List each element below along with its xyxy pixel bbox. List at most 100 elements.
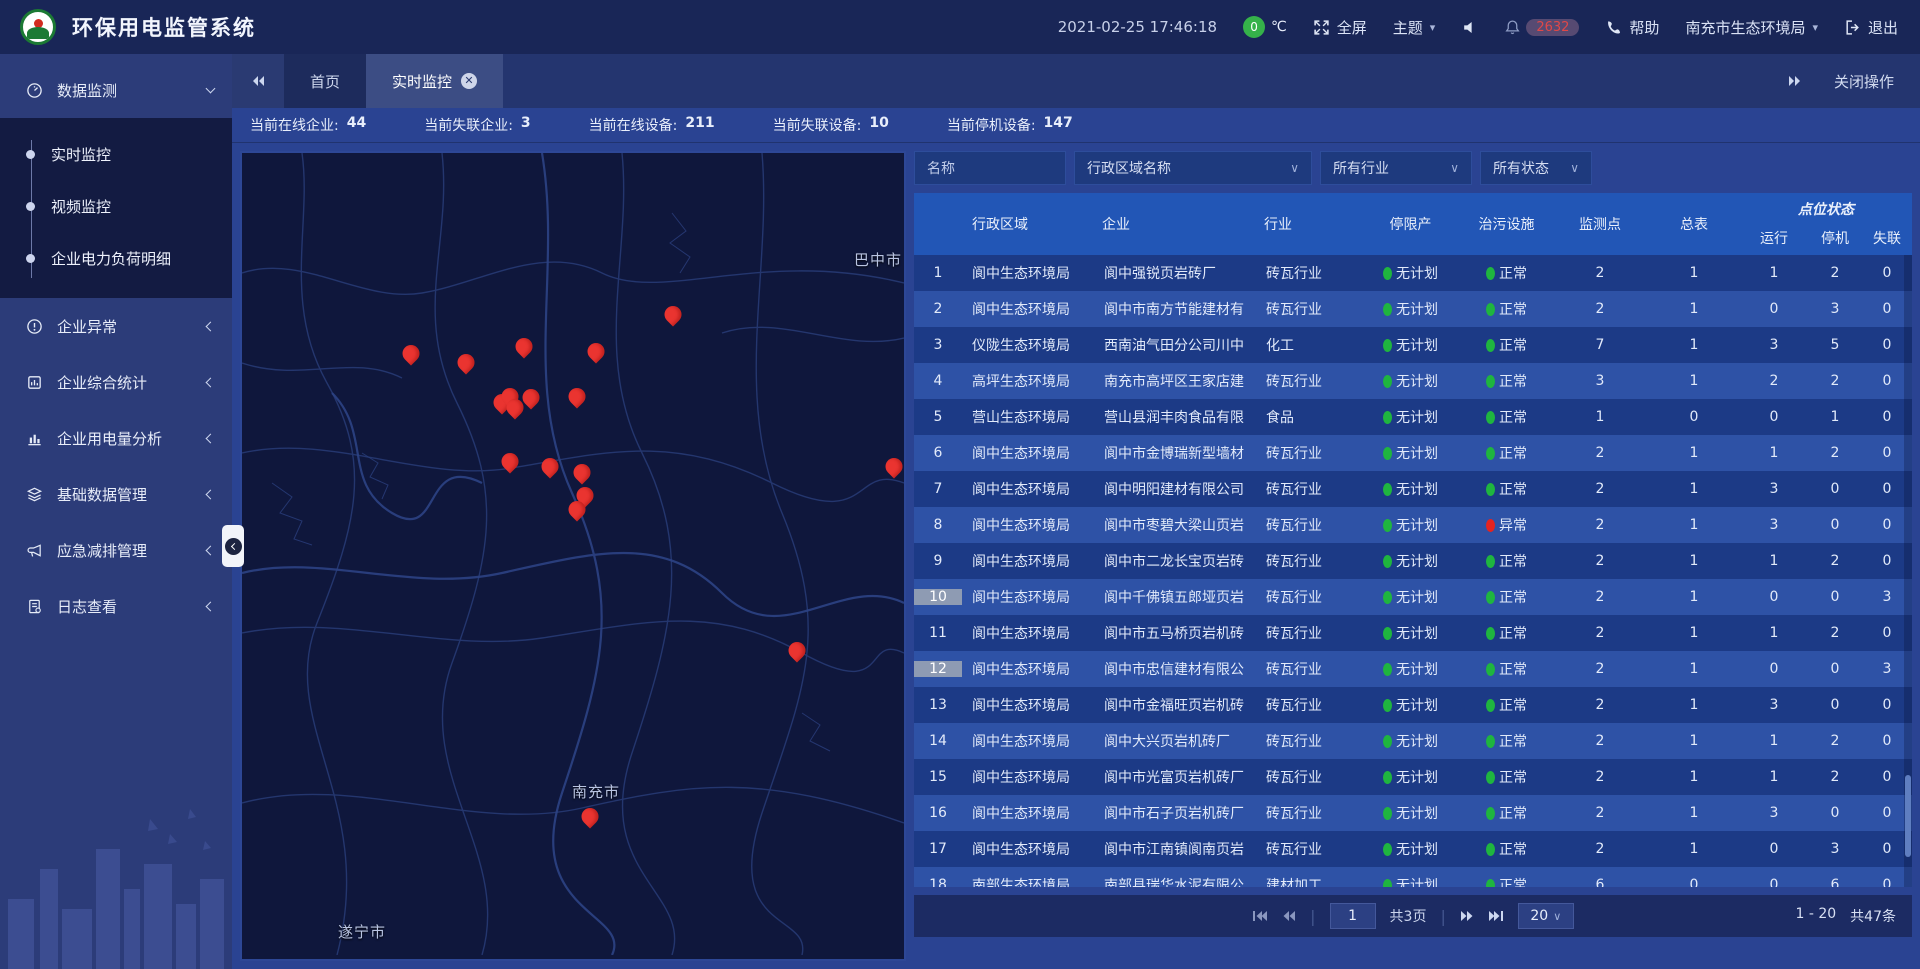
table-row[interactable]: 15阆中生态环境局阆中市光富页岩机砖厂砖瓦行业无计划正常21120 (914, 759, 1912, 795)
sidebar-item-base-data-management[interactable]: 基础数据管理 (0, 466, 232, 522)
tab-home[interactable]: 首页 (284, 54, 366, 108)
table-row[interactable]: 14阆中生态环境局阆中大兴页岩机砖厂砖瓦行业无计划正常21120 (914, 723, 1912, 759)
sidebar-item-enterprise-statistics[interactable]: 企业综合统计 (0, 354, 232, 410)
name-filter-input[interactable] (914, 151, 1066, 185)
cell-industry: 砖瓦行业 (1254, 767, 1362, 787)
sidebar-item-power-load-detail[interactable]: 企业电力负荷明细 (0, 232, 232, 284)
scrollbar-thumb[interactable] (1905, 775, 1911, 857)
sidebar-item-power-usage-analysis[interactable]: 企业用电量分析 (0, 410, 232, 466)
cell-limit-status: 无计划 (1362, 587, 1459, 607)
table-row[interactable]: 13阆中生态环境局阆中市金福旺页岩机砖砖瓦行业无计划正常21300 (914, 687, 1912, 723)
last-page-button[interactable] (1488, 910, 1504, 922)
user-menu[interactable]: 南充市生态环境局 ▾ (1685, 17, 1818, 38)
cell-industry: 建材加工 (1254, 875, 1362, 887)
cell-company: 阆中千佛镇五郎垭页岩 (1092, 587, 1254, 607)
cell-monitor-points: 2 (1554, 769, 1646, 785)
speaker-icon (1461, 19, 1478, 36)
chevron-left-icon (206, 433, 216, 443)
status-dot-green (1486, 807, 1495, 820)
cell-total-meters: 1 (1646, 697, 1742, 713)
chevron-left-icon (206, 545, 216, 555)
page-size-select[interactable]: 20∨ (1518, 903, 1574, 929)
table-row[interactable]: 12阆中生态环境局阆中市忠信建材有限公砖瓦行业无计划正常21003 (914, 651, 1912, 687)
cell-limit-status: 无计划 (1362, 803, 1459, 823)
tab-realtime-monitoring[interactable]: 实时监控 ✕ (366, 54, 503, 108)
cell-monitor-points: 2 (1554, 481, 1646, 497)
help-button[interactable]: 帮助 (1605, 17, 1659, 38)
stat-online-devices: 当前在线设备:211 (589, 115, 715, 135)
sidebar-item-video-monitoring[interactable]: 视频监控 (0, 180, 232, 232)
table-row[interactable]: 7阆中生态环境局阆中明阳建材有限公司砖瓦行业无计划正常21300 (914, 471, 1912, 507)
status-dot-green (1486, 303, 1495, 316)
notification-bell[interactable]: 2632 (1504, 19, 1579, 36)
status-filter-select[interactable]: 所有状态∨ (1480, 151, 1592, 185)
cell-company: 阆中市金福旺页岩机砖 (1092, 695, 1254, 715)
next-page-icon (1460, 910, 1474, 922)
table-row[interactable]: 17阆中生态环境局阆中市江南镇阆南页岩砖瓦行业无计划正常21030 (914, 831, 1912, 867)
table-row[interactable]: 6阆中生态环境局阆中市金博瑞新型墙材砖瓦行业无计划正常21120 (914, 435, 1912, 471)
sidebar-item-label: 日志查看 (57, 596, 193, 617)
sidebar-item-label: 企业异常 (57, 316, 193, 337)
table-scrollbar[interactable] (1904, 255, 1912, 887)
table-row[interactable]: 2阆中生态环境局阆中市南方节能建材有砖瓦行业无计划正常21030 (914, 291, 1912, 327)
sidebar-item-log-view[interactable]: 日志查看 (0, 578, 232, 634)
cell-company: 阆中市石子页岩机砖厂 (1092, 803, 1254, 823)
sidebar-item-emergency-reduction[interactable]: 应急减排管理 (0, 522, 232, 578)
prev-page-button[interactable] (1282, 910, 1296, 922)
table-row[interactable]: 16阆中生态环境局阆中市石子页岩机砖厂砖瓦行业无计划正常21300 (914, 795, 1912, 831)
sidebar-collapse-button[interactable] (222, 525, 244, 567)
cell-stopped: 2 (1806, 625, 1864, 641)
tabs-scroll-right-button[interactable] (1789, 76, 1800, 86)
status-dot-green (1486, 339, 1495, 352)
table-row[interactable]: 3仪陇生态环境局西南油气田分公司川中化工无计划正常71350 (914, 327, 1912, 363)
table-row[interactable]: 1阆中生态环境局阆中强锐页岩砖厂砖瓦行业无计划正常21120 (914, 255, 1912, 291)
stats-bar: 当前在线企业:44 当前失联企业:3 当前在线设备:211 当前失联设备:10 … (232, 108, 1920, 143)
table-row[interactable]: 9阆中生态环境局阆中市二龙长宝页岩砖砖瓦行业无计划正常21120 (914, 543, 1912, 579)
industry-filter-select[interactable]: 所有行业∨ (1320, 151, 1472, 185)
first-page-button[interactable] (1252, 910, 1268, 922)
status-filter-value: 所有状态 (1493, 158, 1549, 178)
sidebar-item-enterprise-abnormal[interactable]: 企业异常 (0, 298, 232, 354)
tab-close-icon[interactable]: ✕ (461, 73, 477, 89)
cell-total-meters: 1 (1646, 805, 1742, 821)
table-row[interactable]: 10阆中生态环境局阆中千佛镇五郎垭页岩砖瓦行业无计划正常21003 (914, 579, 1912, 615)
close-operations-button[interactable]: 关闭操作 (1834, 71, 1894, 92)
table-row[interactable]: 4高坪生态环境局南充市高坪区王家店建砖瓦行业无计划正常31220 (914, 363, 1912, 399)
chevron-left-icon (206, 601, 216, 611)
sidebar-item-data-monitoring[interactable]: 数据监测 (0, 62, 232, 118)
cell-stopped: 2 (1806, 373, 1864, 389)
cell-index: 3 (914, 337, 962, 353)
tabs-scroll-left-button[interactable] (232, 54, 284, 108)
cell-facility-status: 正常 (1459, 839, 1554, 859)
cell-facility-status: 正常 (1459, 659, 1554, 679)
table-row[interactable]: 5营山生态环境局营山县润丰肉食品有限食品无计划正常10010 (914, 399, 1912, 435)
map-panel[interactable]: 巴中市南充市遂宁市 (240, 151, 906, 961)
megaphone-icon (26, 542, 43, 559)
next-page-button[interactable] (1460, 910, 1474, 922)
cell-monitor-points: 7 (1554, 337, 1646, 353)
cell-index: 1 (914, 265, 962, 281)
cell-industry: 砖瓦行业 (1254, 623, 1362, 643)
cell-region: 阆中生态环境局 (962, 803, 1092, 823)
cell-index: 18 (914, 877, 962, 887)
cell-running: 1 (1742, 733, 1806, 749)
sidebar-item-realtime-monitoring[interactable]: 实时监控 (0, 128, 232, 180)
fullscreen-button[interactable]: 全屏 (1313, 17, 1367, 38)
page-number-input[interactable]: 1 (1330, 903, 1376, 929)
logout-button[interactable]: 退出 (1844, 17, 1898, 38)
cell-company: 阆中市江南镇阆南页岩 (1092, 839, 1254, 859)
cell-industry: 砖瓦行业 (1254, 803, 1362, 823)
cell-limit-status: 无计划 (1362, 335, 1459, 355)
mute-button[interactable] (1461, 19, 1478, 36)
theme-menu[interactable]: 主题 ▾ (1393, 17, 1436, 38)
column-header-index (914, 193, 962, 255)
map-city-label: 巴中市 (854, 249, 902, 270)
region-filter-select[interactable]: 行政区域名称∨ (1074, 151, 1312, 185)
map-city-label: 遂宁市 (338, 921, 386, 942)
bullet-dot-icon (26, 202, 35, 211)
table-row[interactable]: 11阆中生态环境局阆中市五马桥页岩机砖砖瓦行业无计划正常21120 (914, 615, 1912, 651)
cell-monitor-points: 2 (1554, 265, 1646, 281)
table-row[interactable]: 8阆中生态环境局阆中市枣碧大梁山页岩砖瓦行业无计划异常21300 (914, 507, 1912, 543)
table-row[interactable]: 18南部生态环境局南部县瑞华水泥有限公建材加工无计划正常60060 (914, 867, 1912, 887)
logout-icon (1844, 19, 1861, 36)
